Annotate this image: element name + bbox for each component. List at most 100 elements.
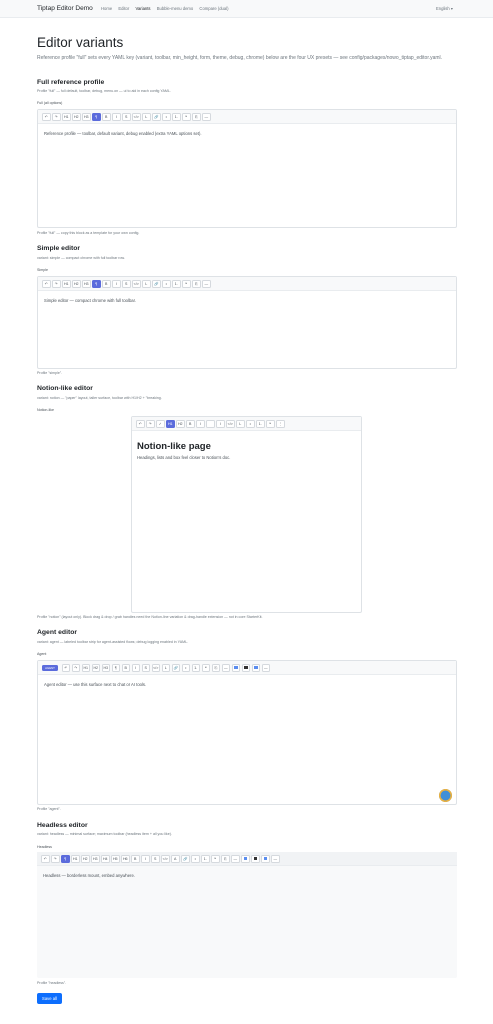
toolbar-button-s[interactable]: S <box>122 279 131 288</box>
toolbar-button-h1[interactable]: H1 <box>81 663 90 672</box>
toolbar-button-l[interactable]: L <box>142 279 151 288</box>
inline-code-icon[interactable]: </> <box>132 279 141 288</box>
color-swatch-icon[interactable] <box>261 854 270 863</box>
toolbar-button-h5[interactable]: H5 <box>111 854 120 863</box>
toolbar-button-i[interactable]: I <box>112 112 121 121</box>
toolbar-button-blank[interactable] <box>206 419 215 428</box>
toolbar-button-b[interactable]: B <box>102 112 111 121</box>
bullet-list-icon[interactable]: • <box>246 419 255 428</box>
toolbar-button-h1[interactable]: H1 <box>62 279 71 288</box>
toolbar-button-h4[interactable]: H4 <box>101 854 110 863</box>
nav-bubble-menu[interactable]: Bubble-menu demo <box>157 6 194 11</box>
toolbar-button-l[interactable]: L <box>142 112 151 121</box>
redo-icon[interactable]: ↷ <box>52 279 61 288</box>
toolbar-button-i[interactable]: I <box>131 663 140 672</box>
toolbar-button-s[interactable]: S <box>151 854 160 863</box>
toolbar-button-i[interactable]: I <box>141 854 150 863</box>
link-icon[interactable]: 🔗 <box>171 663 180 672</box>
ordered-list-icon[interactable]: 1. <box>172 112 181 121</box>
toolbar-button-h6[interactable]: H6 <box>121 854 130 863</box>
toolbar-button-b[interactable]: B <box>186 419 195 428</box>
undo-icon[interactable]: ↶ <box>136 419 145 428</box>
blockquote-icon[interactable]: ❝ <box>182 279 191 288</box>
ordered-list-icon[interactable]: 1. <box>191 663 200 672</box>
brand[interactable]: Tiptap Editor Demo <box>37 5 93 12</box>
link-icon[interactable]: 🔗 <box>152 112 161 121</box>
editor-content-agent[interactable]: Agent editor — use this surface next to … <box>38 675 456 694</box>
color-swatch-icon[interactable] <box>241 854 250 863</box>
color-swatch-icon[interactable] <box>241 663 250 672</box>
editor-content-notion[interactable]: Notion-like page Headings, lists and box… <box>132 431 361 470</box>
undo-icon[interactable]: ↶ <box>61 663 70 672</box>
inline-code-icon[interactable]: </> <box>132 112 141 121</box>
ordered-list-icon[interactable]: 1. <box>201 854 210 863</box>
bullet-list-icon[interactable]: • <box>181 663 190 672</box>
code-block-icon[interactable]: ⎘ <box>211 663 220 672</box>
nav-compare[interactable]: Compare (dual) <box>199 6 228 11</box>
redo-icon[interactable]: ↷ <box>51 854 60 863</box>
toolbar-button-h2[interactable]: H2 <box>176 419 185 428</box>
toolbar-button-s[interactable]: S <box>141 663 150 672</box>
toolbar-button-i[interactable]: I <box>216 419 225 428</box>
toolbar-button-a[interactable]: A <box>171 854 180 863</box>
bullet-list-icon[interactable]: • <box>162 112 171 121</box>
assistant-fab-button[interactable] <box>439 789 452 802</box>
language-dropdown[interactable]: English ▾ <box>436 6 453 11</box>
horizontal-rule-icon[interactable]: — <box>202 279 211 288</box>
color-swatch-icon[interactable] <box>251 854 260 863</box>
editor-content-headless[interactable]: Headless — borderless mount, embed anywh… <box>37 866 457 885</box>
toolbar-button-l[interactable]: L <box>236 419 245 428</box>
toolbar-button-i[interactable]: I <box>112 279 121 288</box>
undo-icon[interactable]: ↶ <box>42 112 51 121</box>
inline-code-icon[interactable]: </> <box>161 854 170 863</box>
color-swatch-icon[interactable] <box>251 663 260 672</box>
toolbar-button-h1[interactable]: H1 <box>71 854 80 863</box>
redo-icon[interactable]: ↷ <box>71 663 80 672</box>
horizontal-rule-icon[interactable]: — <box>221 663 230 672</box>
code-block-icon[interactable]: ⎘ <box>221 854 230 863</box>
more-icon[interactable]: ⋮ <box>276 419 285 428</box>
toolbar-button-l[interactable]: L <box>161 663 170 672</box>
bullet-list-icon[interactable]: • <box>191 854 200 863</box>
code-block-icon[interactable]: ⎘ <box>192 112 201 121</box>
toolbar-button-h2[interactable]: H2 <box>72 279 81 288</box>
paragraph-icon[interactable]: ¶ <box>111 663 120 672</box>
task-list-icon[interactable]: ✓ <box>156 419 165 428</box>
editor-content-simple[interactable]: Simple editor — compact chrome with full… <box>38 291 456 310</box>
link-icon[interactable]: 🔗 <box>181 854 190 863</box>
toolbar-button-b[interactable]: B <box>102 279 111 288</box>
nav-variants[interactable]: Variants <box>135 6 150 11</box>
editor-content-full[interactable]: Reference profile — toolbar, default var… <box>38 124 456 143</box>
horizontal-rule-icon[interactable]: — <box>202 112 211 121</box>
toolbar-button-h2[interactable]: H2 <box>72 112 81 121</box>
toolbar-button-h3[interactable]: H3 <box>101 663 110 672</box>
color-swatch-icon[interactable] <box>231 663 240 672</box>
paragraph-icon[interactable]: ¶ <box>61 854 70 863</box>
toolbar-button-h3[interactable]: H3 <box>82 279 91 288</box>
ordered-list-icon[interactable]: 1. <box>256 419 265 428</box>
nav-editor[interactable]: Editor <box>118 6 129 11</box>
divider-icon[interactable]: — <box>261 663 270 672</box>
undo-icon[interactable]: ↶ <box>41 854 50 863</box>
toolbar-button-h2[interactable]: H2 <box>91 663 100 672</box>
toolbar-button-s[interactable]: S <box>122 112 131 121</box>
blockquote-icon[interactable]: ❝ <box>201 663 210 672</box>
undo-icon[interactable]: ↶ <box>42 279 51 288</box>
link-icon[interactable]: 🔗 <box>152 279 161 288</box>
divider-icon[interactable]: — <box>271 854 280 863</box>
horizontal-rule-icon[interactable]: — <box>231 854 240 863</box>
blockquote-icon[interactable]: ❝ <box>211 854 220 863</box>
ordered-list-icon[interactable]: 1. <box>172 279 181 288</box>
inline-code-icon[interactable]: </> <box>151 663 160 672</box>
nav-home[interactable]: Home <box>101 6 112 11</box>
toolbar-button-h1[interactable]: H1 <box>62 112 71 121</box>
save-all-button[interactable]: Save all <box>37 993 62 1004</box>
toolbar-button-h3[interactable]: H3 <box>82 112 91 121</box>
paragraph-icon[interactable]: ¶ <box>92 112 101 121</box>
toolbar-button-i[interactable]: I <box>196 419 205 428</box>
blockquote-icon[interactable]: ❝ <box>266 419 275 428</box>
paragraph-icon[interactable]: ¶ <box>92 279 101 288</box>
toolbar-button-h3[interactable]: H3 <box>91 854 100 863</box>
redo-icon[interactable]: ↷ <box>146 419 155 428</box>
code-block-icon[interactable]: ⎘ <box>192 279 201 288</box>
